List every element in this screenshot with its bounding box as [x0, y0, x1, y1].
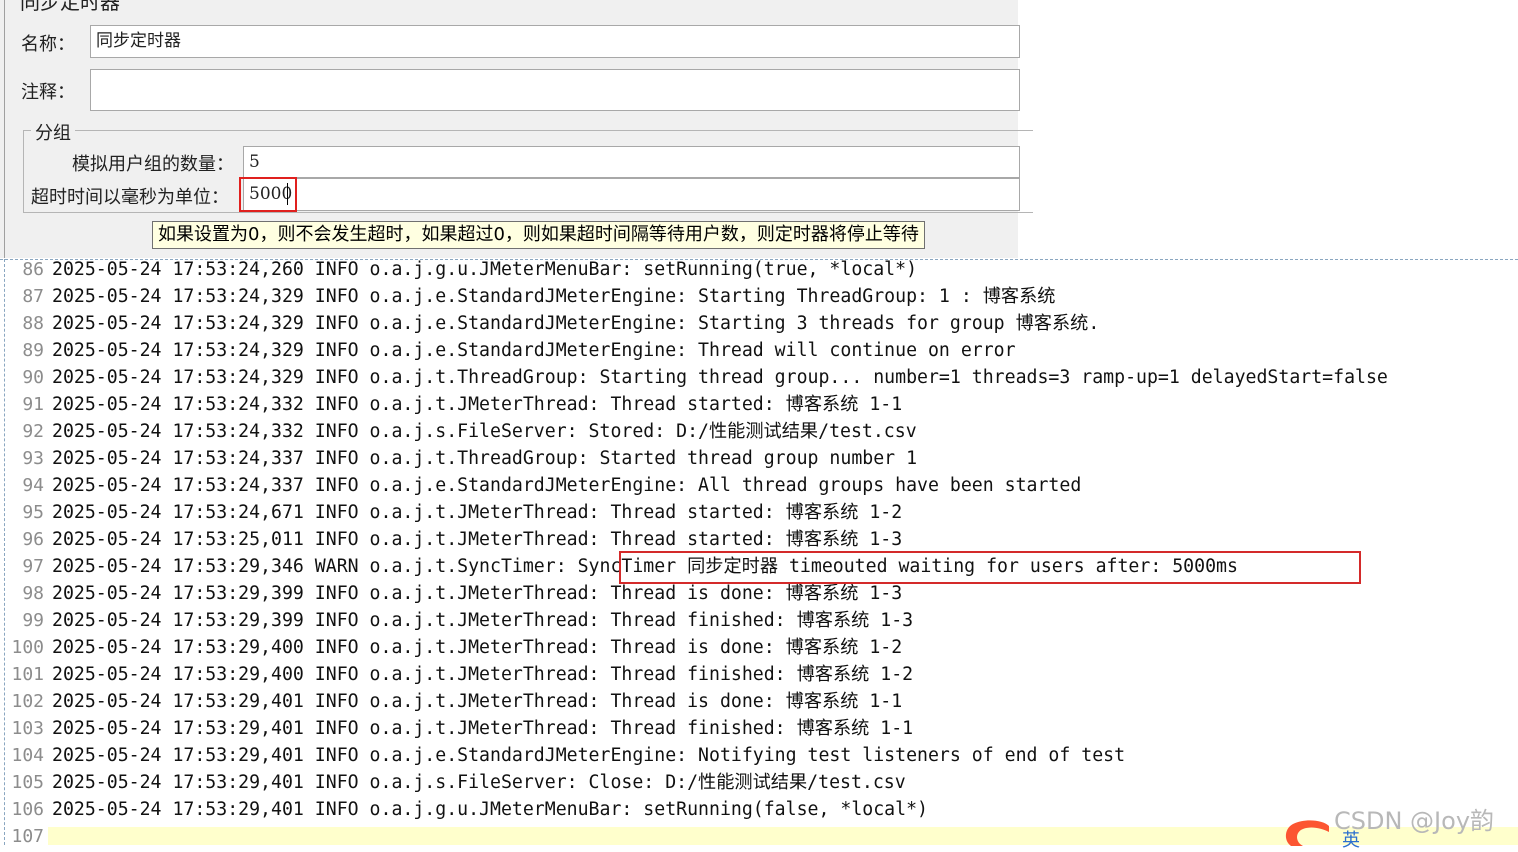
timeout-label: 超时时间以毫秒为单位： [31, 187, 229, 208]
log-line: 94 2025-05-24 17:53:24,337 INFO o.a.j.e.S… [0, 472, 1518, 499]
line-number: 106 [11, 799, 44, 820]
log-text: 2025-05-24 17:53:29,399 INFO o.a.j.t.JMe… [52, 610, 914, 631]
line-number: 95 [22, 502, 44, 523]
users-count-label: 模拟用户组的数量： [72, 154, 234, 175]
comment-input[interactable] [90, 69, 1020, 111]
log-text: 2025-05-24 17:53:24,260 INFO o.a.j.g.u.J… [52, 259, 918, 280]
line-number: 101 [11, 664, 44, 685]
log-line: 90 2025-05-24 17:53:24,329 INFO o.a.j.t.T… [0, 364, 1518, 391]
line-number: 99 [22, 610, 44, 631]
log-line: 102 2025-05-24 17:53:29,401 INFO o.a.j.t.… [0, 688, 1518, 715]
log-text: 2025-05-24 17:53:29,401 INFO o.a.j.t.JMe… [52, 718, 914, 739]
comment-label: 注释： [21, 82, 75, 103]
line-number: 102 [11, 691, 44, 712]
log-text: 2025-05-24 17:53:24,329 INFO o.a.j.e.Sta… [52, 313, 1100, 334]
log-line: 103 2025-05-24 17:53:29,401 INFO o.a.j.t.… [0, 715, 1518, 742]
log-line: 95 2025-05-24 17:53:24,671 INFO o.a.j.t.J… [0, 499, 1518, 526]
line-number: 92 [22, 421, 44, 442]
timeout-highlight-box [239, 177, 297, 212]
log-line: 88 2025-05-24 17:53:24,329 INFO o.a.j.e.S… [0, 310, 1518, 337]
log-text: 2025-05-24 17:53:24,337 INFO o.a.j.e.Sta… [52, 475, 1082, 496]
timeout-input[interactable]: 5000 [243, 178, 1020, 211]
log-line: 98 2025-05-24 17:53:29,399 INFO o.a.j.t.J… [0, 580, 1518, 607]
log-text: 2025-05-24 17:53:29,401 INFO o.a.j.e.Sta… [52, 745, 1126, 766]
csdn-logo-icon [1285, 820, 1329, 846]
line-number: 90 [22, 367, 44, 388]
line-number: 97 [22, 556, 44, 577]
text-caret [287, 183, 288, 205]
watermark-text: CSDN @Joy韵 [1334, 807, 1495, 835]
line-number: 98 [22, 583, 44, 604]
log-line: 101 2025-05-24 17:53:29,400 INFO o.a.j.t.… [0, 661, 1518, 688]
synctimer-warning-highlight-box [619, 551, 1361, 584]
line-number: 96 [22, 529, 44, 550]
line-number: 93 [22, 448, 44, 469]
log-line: 91 2025-05-24 17:53:24,332 INFO o.a.j.t.J… [0, 391, 1518, 418]
line-number: 107 [11, 826, 44, 847]
log-line: 104 2025-05-24 17:53:29,401 INFO o.a.j.e.… [0, 742, 1518, 769]
log-text: 2025-05-24 17:53:29,401 INFO o.a.j.s.Fil… [52, 772, 906, 793]
line-number: 87 [22, 286, 44, 307]
timeout-tooltip: 如果设置为0，则不会发生超时，如果超过0，则如果超时间隔等待用户数，则定时器将停… [152, 221, 925, 249]
group-legend: 分组 [31, 119, 75, 145]
log-line: 100 2025-05-24 17:53:29,400 INFO o.a.j.t.… [0, 634, 1518, 661]
line-number: 104 [11, 745, 44, 766]
blank-area [1018, 0, 1518, 258]
log-text: 2025-05-24 17:53:29,399 INFO o.a.j.t.JMe… [52, 583, 903, 604]
log-line: 87 2025-05-24 17:53:24,329 INFO o.a.j.e.S… [0, 283, 1518, 310]
log-text: 2025-05-24 17:53:29,400 INFO o.a.j.t.JMe… [52, 637, 903, 658]
log-text: 2025-05-24 17:53:24,337 INFO o.a.j.t.Thr… [52, 448, 918, 469]
log-text: 2025-05-24 17:53:24,332 INFO o.a.j.s.Fil… [52, 421, 917, 442]
log-line: 92 2025-05-24 17:53:24,332 INFO o.a.j.s.F… [0, 418, 1518, 445]
log-text: 2025-05-24 17:53:29,401 INFO o.a.j.t.JMe… [52, 691, 903, 712]
name-input[interactable]: 同步定时器 [90, 25, 1020, 58]
log-line: 99 2025-05-24 17:53:29,399 INFO o.a.j.t.J… [0, 607, 1518, 634]
log-text: 2025-05-24 17:53:24,332 INFO o.a.j.t.JMe… [52, 394, 903, 415]
log-line: 96 2025-05-24 17:53:25,011 INFO o.a.j.t.J… [0, 526, 1518, 553]
line-number: 103 [11, 718, 44, 739]
log-text: 2025-05-24 17:53:24,329 INFO o.a.j.e.Sta… [52, 340, 1016, 361]
line-number: 91 [22, 394, 44, 415]
line-number: 105 [11, 772, 44, 793]
log-line: 86 2025-05-24 17:53:24,260 INFO o.a.j.g.u… [0, 256, 1518, 283]
line-number: 89 [22, 340, 44, 361]
name-label: 名称： [21, 34, 75, 55]
log-text: 2025-05-24 17:53:24,329 INFO o.a.j.e.Sta… [52, 286, 1056, 307]
panel-title: 同步定时器 [20, 0, 120, 14]
log-text: 2025-05-24 17:53:25,011 INFO o.a.j.t.JMe… [52, 529, 903, 550]
log-line: 105 2025-05-24 17:53:29,401 INFO o.a.j.s.… [0, 769, 1518, 796]
line-number: 86 [22, 259, 44, 280]
log-text: 2025-05-24 17:53:29,401 INFO o.a.j.g.u.J… [52, 799, 928, 820]
log-text: 2025-05-24 17:53:24,329 INFO o.a.j.t.Thr… [52, 367, 1388, 388]
line-number: 88 [22, 313, 44, 334]
line-number: 100 [11, 637, 44, 658]
log-line: 93 2025-05-24 17:53:24,337 INFO o.a.j.t.T… [0, 445, 1518, 472]
log-line: 89 2025-05-24 17:53:24,329 INFO o.a.j.e.S… [0, 337, 1518, 364]
log-text: 2025-05-24 17:53:29,400 INFO o.a.j.t.JMe… [52, 664, 914, 685]
panel-edge [4, 0, 5, 258]
users-count-input[interactable]: 5 [243, 146, 1020, 178]
line-number: 94 [22, 475, 44, 496]
log-text: 2025-05-24 17:53:24,671 INFO o.a.j.t.JMe… [52, 502, 903, 523]
